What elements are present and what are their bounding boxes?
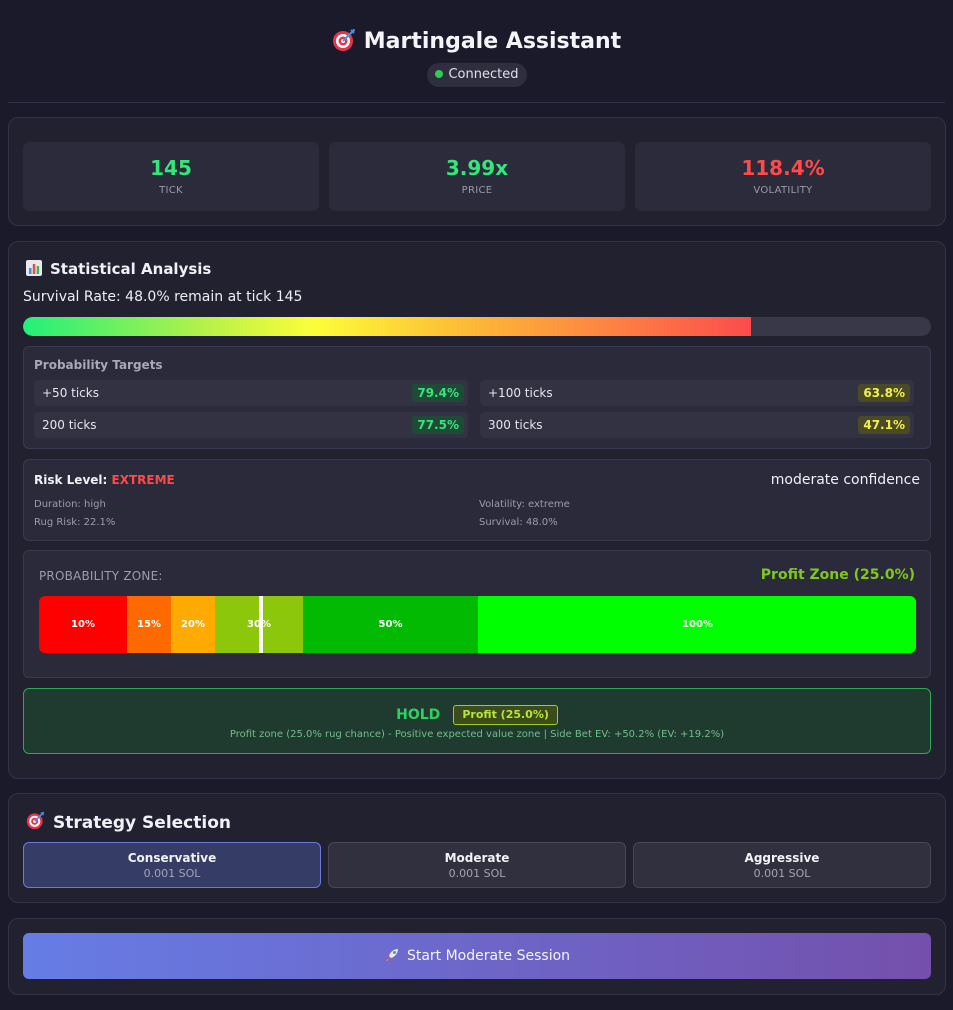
volatility-label: VOLATILITY <box>753 185 813 196</box>
recommendation-row: HOLD Profit (25.0%) <box>24 704 930 725</box>
current-position-marker <box>259 596 263 653</box>
connection-status-text: Connected <box>448 67 519 82</box>
price-stat: 3.99x PRICE <box>329 142 625 211</box>
risk-detail-survival: Survival: 48.0% <box>479 517 558 528</box>
recommendation-description: Profit zone (25.0% rug chance) - Positiv… <box>229 729 725 740</box>
target-value-badge: 63.8% <box>858 384 910 402</box>
zone-segment: 100% <box>478 596 916 653</box>
strategy-name: Aggressive <box>744 851 820 865</box>
current-zone-label: Profit Zone (25.0%) <box>760 567 915 583</box>
tick-value: 145 <box>150 156 192 180</box>
confidence-text: moderate confidence <box>770 472 920 488</box>
bar-chart-icon <box>26 260 42 276</box>
target-label: 200 ticks <box>42 418 97 432</box>
start-session-button[interactable]: Start Moderate Session <box>23 933 931 979</box>
analysis-title: Statistical Analysis <box>26 260 211 278</box>
strategy-aggressive-button[interactable]: Aggressive 0.001 SOL <box>633 842 931 888</box>
probability-zone-box: PROBABILITY ZONE: Profit Zone (25.0%) 10… <box>23 550 931 678</box>
header-divider <box>8 102 945 103</box>
dart-target-icon <box>26 811 45 830</box>
risk-level-prefix: Risk Level: <box>34 473 108 487</box>
survival-progress-bar <box>23 317 931 336</box>
target-row: 200 ticks 77.5% <box>34 412 468 438</box>
strategy-name: Conservative <box>127 851 217 865</box>
stats-panel: 145 TICK 3.99x PRICE 118.4% VOLATILITY <box>8 117 946 226</box>
strategy-name: Moderate <box>444 851 510 865</box>
target-label: +100 ticks <box>488 386 553 400</box>
risk-level-label: Risk Level: EXTREME <box>34 473 175 487</box>
strategy-amount: 0.001 SOL <box>143 867 201 880</box>
probability-targets-title: Probability Targets <box>34 358 163 372</box>
target-label: +50 ticks <box>42 386 99 400</box>
target-row: 300 ticks 47.1% <box>480 412 914 438</box>
rocket-icon <box>385 949 398 961</box>
probability-targets-box: Probability Targets +50 ticks 79.4% +100… <box>23 346 931 449</box>
recommendation-zone-badge: Profit (25.0%) <box>453 704 558 725</box>
risk-detail-duration: Duration: high <box>34 499 106 510</box>
target-value-badge: 47.1% <box>858 416 910 434</box>
analysis-title-text: Statistical Analysis <box>50 260 212 278</box>
zone-segment: 50% <box>303 596 478 653</box>
target-value-badge: 79.4% <box>412 384 464 402</box>
strategy-title-text: Strategy Selection <box>53 813 231 833</box>
dart-target-icon <box>332 29 355 51</box>
survival-rate-text: Survival Rate: 48.0% remain at tick 145 <box>23 289 303 305</box>
target-row: +100 ticks 63.8% <box>480 380 914 406</box>
risk-detail-volatility: Volatility: extreme <box>479 499 570 510</box>
status-dot-icon <box>435 70 444 78</box>
risk-detail-rug-risk: Rug Risk: 22.1% <box>34 517 116 528</box>
volatility-value: 118.4% <box>741 156 825 180</box>
strategy-conservative-button[interactable]: Conservative 0.001 SOL <box>23 842 321 888</box>
risk-level-box: Risk Level: EXTREME moderate confidence … <box>23 459 931 541</box>
strategy-amount: 0.001 SOL <box>753 867 811 880</box>
volatility-stat: 118.4% VOLATILITY <box>635 142 931 211</box>
probability-zone-label: PROBABILITY ZONE: <box>39 569 163 583</box>
probability-zone-bar: 10%15%20%30%50%100% <box>39 596 916 653</box>
zone-segment: 20% <box>171 596 215 653</box>
connection-status-badge: Connected <box>427 63 527 87</box>
start-session-label: Start Moderate Session <box>406 948 571 964</box>
price-label: PRICE <box>461 185 493 196</box>
tick-stat: 145 TICK <box>23 142 319 211</box>
price-value: 3.99x <box>445 156 509 180</box>
survival-progress-fill <box>23 317 752 336</box>
strategy-amount: 0.001 SOL <box>448 867 506 880</box>
recommendation-box: HOLD Profit (25.0%) Profit zone (25.0% r… <box>23 688 931 754</box>
strategy-selection-panel: Strategy Selection Conservative 0.001 SO… <box>8 793 946 903</box>
page-title: Martingale Assistant <box>363 29 622 54</box>
recommendation-action: HOLD <box>396 706 441 723</box>
app-header: Martingale Assistant Connected <box>0 0 953 103</box>
strategy-title: Strategy Selection <box>26 811 231 833</box>
target-label: 300 ticks <box>488 418 543 432</box>
tick-label: TICK <box>159 185 183 196</box>
zone-segment: 15% <box>127 596 171 653</box>
risk-level-value: EXTREME <box>111 473 175 487</box>
statistical-analysis-panel: Statistical Analysis Survival Rate: 48.0… <box>8 241 946 779</box>
strategy-moderate-button[interactable]: Moderate 0.001 SOL <box>328 842 626 888</box>
target-value-badge: 77.5% <box>412 416 464 434</box>
page-title-row: Martingale Assistant <box>0 28 953 54</box>
session-control-panel: Start Moderate Session <box>8 918 946 995</box>
target-row: +50 ticks 79.4% <box>34 380 468 406</box>
zone-segment: 10% <box>39 596 127 653</box>
